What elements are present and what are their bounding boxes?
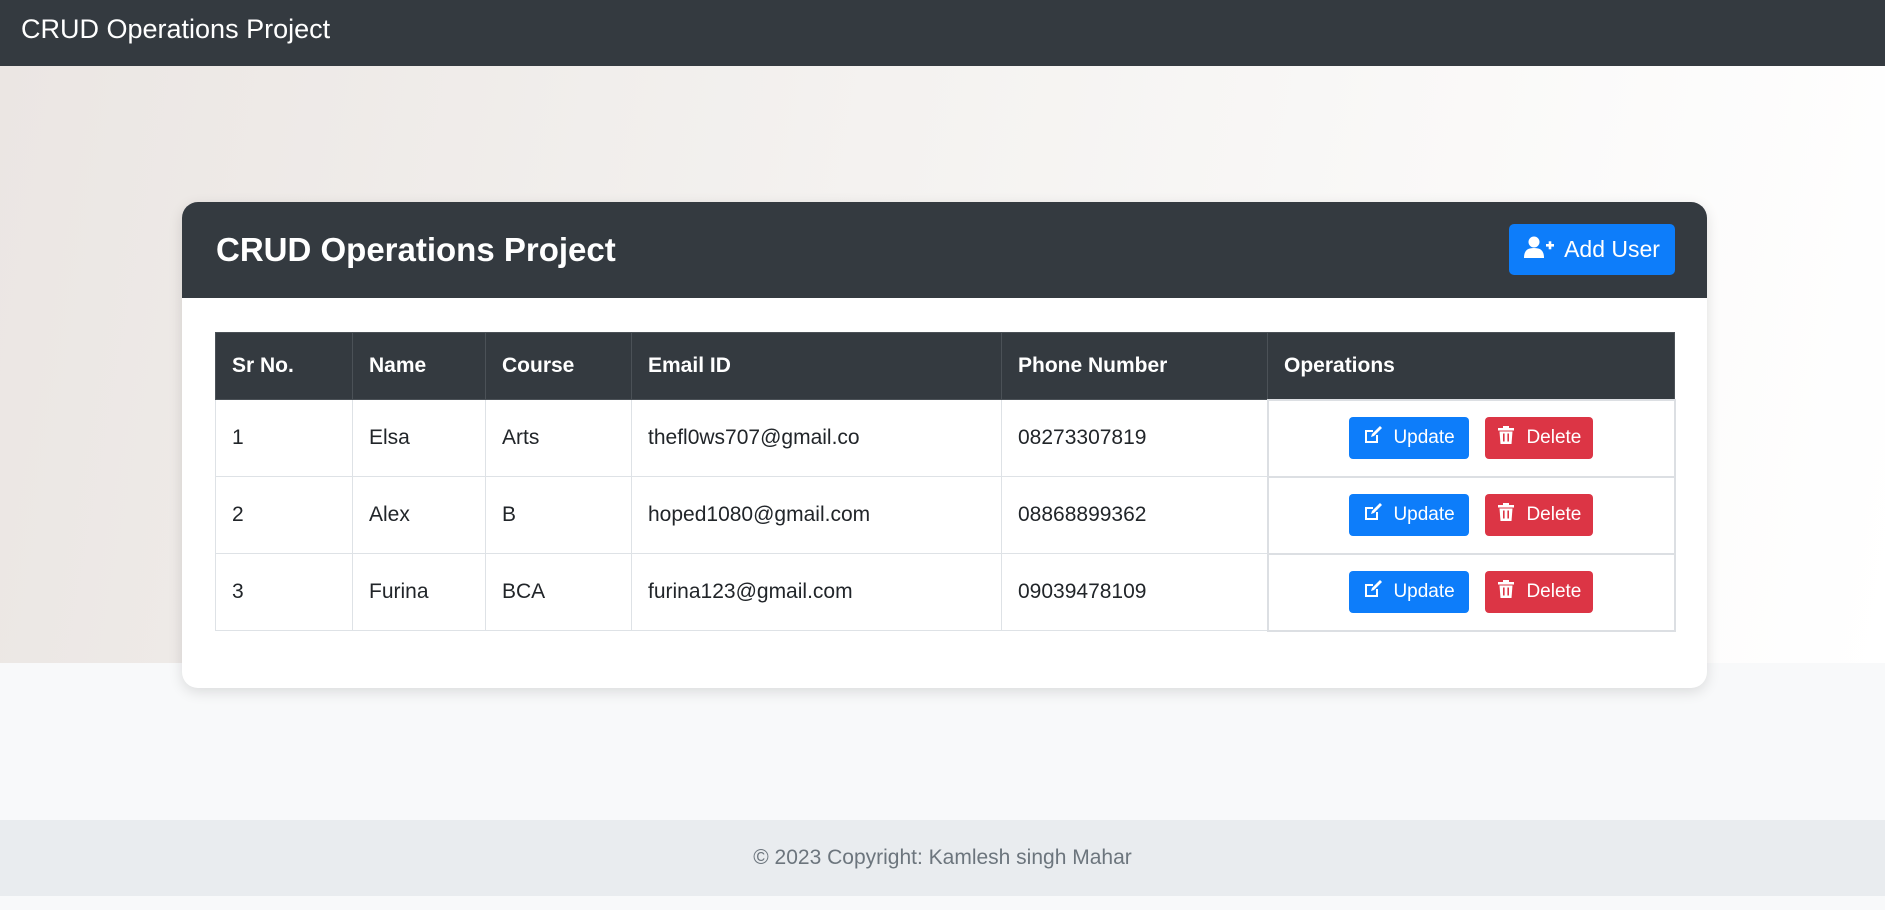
cell-sr-no: 3 (215, 553, 353, 631)
cell-name: Elsa (352, 399, 486, 477)
cell-email: hoped1080@gmail.com (631, 476, 1002, 554)
add-user-button[interactable]: Add User (1509, 224, 1675, 275)
column-header-phone: Phone Number (1001, 332, 1268, 400)
column-header-course: Course (485, 332, 632, 400)
top-navbar: CRUD Operations Project (0, 0, 1885, 66)
delete-label: Delete (1526, 581, 1582, 602)
cell-course: B (485, 476, 632, 554)
hero-section: CRUD Operations Project Add User Sr No. … (0, 66, 1885, 688)
update-button[interactable]: Update (1349, 571, 1470, 613)
copyright-text: © 2023 Copyright: Kamlesh singh Mahar (753, 846, 1132, 869)
cell-course: Arts (485, 399, 632, 477)
delete-button[interactable]: Delete (1484, 494, 1593, 536)
update-label: Update (1393, 504, 1455, 525)
update-label: Update (1393, 581, 1455, 602)
trash-icon (1496, 579, 1516, 605)
table-row: 1 Elsa Arts thefl0ws707@gmail.co 0827330… (215, 398, 1676, 478)
update-button[interactable]: Update (1349, 494, 1470, 536)
edit-icon (1363, 502, 1383, 528)
add-user-label: Add User (1564, 236, 1660, 262)
edit-icon (1363, 425, 1383, 451)
cell-phone: 08273307819 (1001, 399, 1268, 477)
delete-label: Delete (1526, 427, 1582, 448)
cell-operations: Update Delete (1266, 398, 1676, 478)
cell-operations: Update Delete (1266, 552, 1676, 632)
update-label: Update (1393, 427, 1455, 448)
column-header-sr-no: Sr No. (215, 332, 353, 400)
column-header-email: Email ID (631, 332, 1002, 400)
navbar-brand[interactable]: CRUD Operations Project (21, 0, 330, 58)
column-header-operations: Operations (1267, 332, 1675, 400)
table-row: 2 Alex B hoped1080@gmail.com 08868899362… (215, 475, 1676, 555)
card-title: CRUD Operations Project (216, 231, 616, 268)
delete-button[interactable]: Delete (1484, 571, 1593, 613)
delete-button[interactable]: Delete (1484, 417, 1593, 459)
user-plus-icon (1524, 235, 1555, 265)
cell-course: BCA (485, 553, 632, 631)
users-table: Sr No. Name Course Email ID Phone Number… (215, 332, 1676, 632)
users-card: CRUD Operations Project Add User Sr No. … (182, 202, 1707, 688)
cell-operations: Update Delete (1266, 475, 1676, 555)
cell-sr-no: 2 (215, 476, 353, 554)
table-header-row: Sr No. Name Course Email ID Phone Number… (215, 332, 1675, 400)
table-row: 3 Furina BCA furina123@gmail.com 0903947… (215, 552, 1676, 632)
update-button[interactable]: Update (1349, 417, 1470, 459)
cell-email: furina123@gmail.com (631, 553, 1002, 631)
delete-label: Delete (1526, 504, 1582, 525)
cell-sr-no: 1 (215, 399, 353, 477)
cell-name: Furina (352, 553, 486, 631)
cell-email: thefl0ws707@gmail.co (631, 399, 1002, 477)
trash-icon (1496, 502, 1516, 528)
cell-phone: 08868899362 (1001, 476, 1268, 554)
cell-name: Alex (352, 476, 486, 554)
trash-icon (1496, 425, 1516, 451)
card-header: CRUD Operations Project Add User (182, 202, 1707, 298)
edit-icon (1363, 579, 1383, 605)
footer: © 2023 Copyright: Kamlesh singh Mahar (0, 820, 1885, 896)
column-header-name: Name (352, 332, 486, 400)
cell-phone: 09039478109 (1001, 553, 1268, 631)
